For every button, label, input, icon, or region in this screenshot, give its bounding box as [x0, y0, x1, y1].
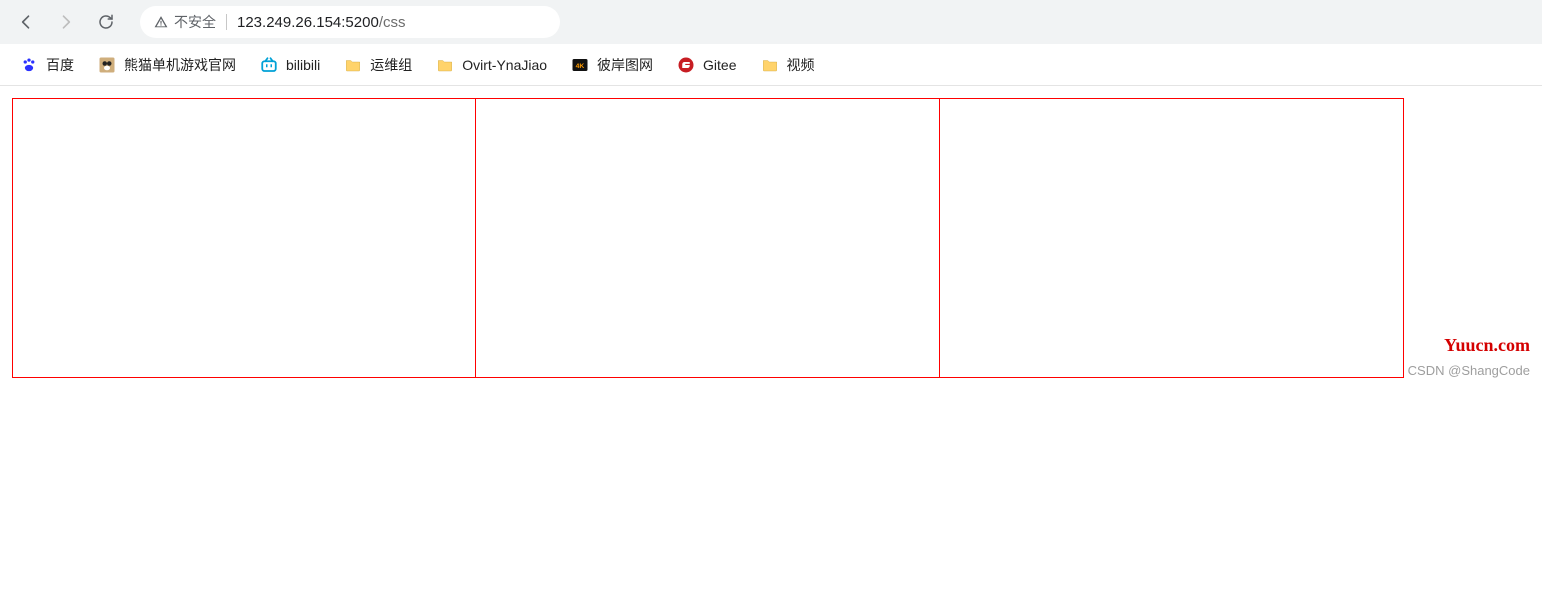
bookmarks-bar: 百度 熊猫单机游戏官网 bilibili 运维组 Ovirt-YnaJiao 4…	[0, 44, 1542, 86]
bookmark-video-folder[interactable]: 视频	[751, 51, 825, 79]
url-host: 123.249.26.154:5200	[237, 14, 379, 31]
security-label: 不安全	[174, 12, 216, 32]
watermark-author: CSDN @ShangCode	[1408, 363, 1530, 378]
security-indicator[interactable]: 不安全	[154, 12, 216, 32]
folder-icon	[436, 56, 454, 74]
fourk-icon: 4K	[571, 56, 589, 74]
grid-row	[12, 98, 1530, 378]
url-path: /css	[379, 14, 406, 31]
page-content: Yuucn.com CSDN @ShangCode	[0, 86, 1542, 390]
address-bar[interactable]: 不安全 123.249.26.154:5200/css	[140, 6, 560, 38]
bookmark-label: Ovirt-YnaJiao	[462, 57, 547, 73]
gitee-icon	[677, 56, 695, 74]
svg-text:4K: 4K	[576, 63, 585, 70]
bookmark-bian[interactable]: 4K 彼岸图网	[561, 51, 663, 79]
folder-icon	[344, 56, 362, 74]
bookmark-label: 运维组	[370, 55, 412, 75]
bookmark-label: 百度	[46, 55, 74, 75]
reload-button[interactable]	[88, 4, 124, 40]
bookmark-label: 视频	[787, 55, 815, 75]
folder-icon	[761, 56, 779, 74]
url-text: 123.249.26.154:5200/css	[237, 14, 405, 31]
grid-cell	[476, 98, 940, 378]
grid-cell	[12, 98, 476, 378]
bookmark-label: bilibili	[286, 57, 320, 73]
bookmark-panda[interactable]: 熊猫单机游戏官网	[88, 51, 246, 79]
grid-cell	[940, 98, 1404, 378]
panda-icon	[98, 56, 116, 74]
bilibili-icon	[260, 56, 278, 74]
bookmark-label: Gitee	[703, 57, 736, 73]
watermark-site: Yuucn.com	[1444, 335, 1530, 356]
bookmark-label: 彼岸图网	[597, 55, 653, 75]
bookmark-ovirt-folder[interactable]: Ovirt-YnaJiao	[426, 52, 557, 78]
bookmark-label: 熊猫单机游戏官网	[124, 55, 236, 75]
bookmark-ops-folder[interactable]: 运维组	[334, 51, 422, 79]
bookmark-bilibili[interactable]: bilibili	[250, 52, 330, 78]
warning-icon	[154, 15, 168, 29]
forward-button[interactable]	[48, 4, 84, 40]
back-button[interactable]	[8, 4, 44, 40]
bookmark-gitee[interactable]: Gitee	[667, 52, 746, 78]
bookmark-baidu[interactable]: 百度	[10, 51, 84, 79]
browser-toolbar: 不安全 123.249.26.154:5200/css	[0, 0, 1542, 44]
baidu-icon	[20, 56, 38, 74]
divider	[226, 14, 227, 30]
